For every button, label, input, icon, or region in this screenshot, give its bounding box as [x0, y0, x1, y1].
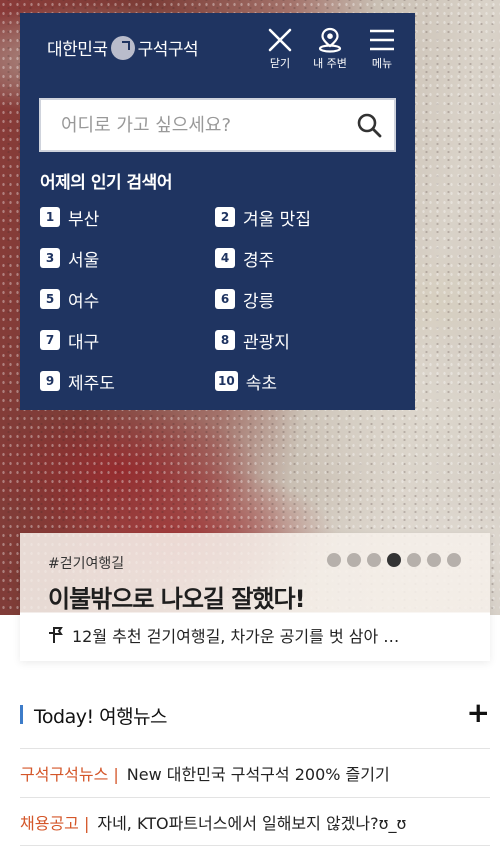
- search-box: [39, 98, 396, 152]
- popular-keyword-item[interactable]: 5 여수: [40, 287, 215, 312]
- logo-mark-icon: [110, 35, 135, 60]
- menu-label: 메뉴: [371, 57, 393, 70]
- popular-keyword-item[interactable]: 7 대구: [40, 328, 215, 353]
- menu-button[interactable]: 메뉴: [362, 25, 402, 71]
- carousel-dot[interactable]: [427, 553, 441, 567]
- nearby-label: 내 주변: [313, 57, 347, 70]
- featured-story-card[interactable]: #걷기여행길 이불밖으로 나오길 잘했다! 12월 추천 걷기여행길, 차가운 …: [20, 533, 490, 661]
- keyword-text: 속초: [245, 373, 277, 394]
- popular-keyword-item[interactable]: 1 부산: [40, 205, 215, 230]
- news-item[interactable]: 채용공고 | 자네, KTO파트너스에서 일해보지 않겠나?ʊ_ʊ: [20, 797, 490, 846]
- close-icon: [260, 25, 300, 55]
- news-section-title: Today! 여행뉴스: [34, 706, 168, 728]
- keyword-text: 경주: [243, 250, 275, 271]
- keyword-text: 여수: [68, 291, 100, 312]
- popular-keyword-item[interactable]: 10 속초: [215, 369, 390, 394]
- story-subtitle-row: 12월 추천 걷기여행길, 차가운 공기를 벗 삼아 …: [48, 623, 468, 647]
- story-tag: #걷기여행길: [48, 556, 125, 572]
- site-logo[interactable]: 대한민국 구석구석: [47, 35, 199, 60]
- rank-badge: 4: [215, 248, 235, 268]
- keyword-text: 부산: [68, 209, 100, 230]
- rank-badge: 6: [215, 289, 235, 309]
- close-label: 닫기: [269, 57, 291, 70]
- rank-badge: 2: [215, 207, 235, 227]
- news-category: 구석구석뉴스 |: [20, 765, 119, 784]
- carousel-dot[interactable]: [367, 553, 381, 567]
- location-pin-icon: [310, 25, 350, 55]
- keyword-text: 서울: [68, 250, 100, 271]
- story-headline: 이불밖으로 나오길 잘했다!: [48, 585, 306, 613]
- news-title: 자네, KTO파트너스에서 일해보지 않겠나?ʊ_ʊ: [97, 813, 407, 833]
- popular-keyword-item[interactable]: 9 제주도: [40, 369, 215, 394]
- popular-keyword-item[interactable]: 2 겨울 맛집: [215, 205, 390, 230]
- carousel-dot[interactable]: [447, 553, 461, 567]
- keyword-text: 강릉: [243, 291, 275, 312]
- rank-badge: 5: [40, 289, 60, 309]
- popular-keywords-title: 어제의 인기 검색어: [40, 173, 172, 193]
- rank-badge: 1: [40, 207, 60, 227]
- story-subtitle: 12월 추천 걷기여행길, 차가운 공기를 벗 삼아 …: [72, 627, 400, 646]
- panel-header: 대한민국 구석구석 닫기 내 주변 메뉴: [20, 13, 415, 85]
- rank-badge: 8: [215, 330, 235, 350]
- search-input[interactable]: [61, 114, 351, 136]
- close-button[interactable]: 닫기: [260, 25, 300, 71]
- rank-badge: 9: [40, 371, 60, 391]
- popular-keywords-list: 1 부산 2 겨울 맛집 3 서울 4 경주 5 여수 6 강릉 7 대구 8 관광지 9 제주도…: [40, 205, 400, 394]
- search-icon[interactable]: [356, 112, 382, 142]
- section-accent-bar: [20, 705, 23, 724]
- nearby-button[interactable]: 내 주변: [310, 25, 350, 71]
- keyword-text: 겨울 맛집: [243, 209, 311, 230]
- walking-route-icon: [48, 626, 64, 644]
- logo-text-left: 대한민국: [47, 40, 108, 60]
- search-overlay-panel: 대한민국 구석구석 닫기 내 주변 메뉴 어디로 가고 싶으세요? 어제의 인기…: [20, 13, 415, 410]
- carousel-dot[interactable]: [347, 553, 361, 567]
- keyword-text: 대구: [68, 332, 100, 353]
- news-section-header: Today! 여행뉴스 +: [20, 696, 492, 730]
- carousel-dot[interactable]: [407, 553, 421, 567]
- carousel-dot[interactable]: [387, 553, 401, 567]
- news-item[interactable]: 구석구석뉴스 | New 대한민국 구석구석 200% 즐기기: [20, 748, 490, 797]
- rank-badge: 7: [40, 330, 60, 350]
- popular-keyword-item[interactable]: 4 경주: [215, 246, 390, 271]
- popular-keyword-item[interactable]: 3 서울: [40, 246, 215, 271]
- keyword-text: 제주도: [68, 373, 115, 394]
- keyword-text: 관광지: [243, 332, 290, 353]
- hamburger-menu-icon: [362, 25, 402, 55]
- news-title: New 대한민국 구석구석 200% 즐기기: [126, 765, 390, 784]
- carousel-pagination: [327, 553, 461, 567]
- logo-text-right: 구석구석: [137, 40, 199, 60]
- rank-badge: 3: [40, 248, 60, 268]
- more-news-button[interactable]: +: [467, 696, 490, 729]
- carousel-dot[interactable]: [327, 553, 341, 567]
- rank-badge: 10: [215, 371, 238, 391]
- news-list: 구석구석뉴스 | New 대한민국 구석구석 200% 즐기기 채용공고 | 자…: [20, 748, 490, 846]
- news-category: 채용공고 |: [20, 813, 90, 833]
- popular-keyword-item[interactable]: 6 강릉: [215, 287, 390, 312]
- popular-keyword-item[interactable]: 8 관광지: [215, 328, 390, 353]
